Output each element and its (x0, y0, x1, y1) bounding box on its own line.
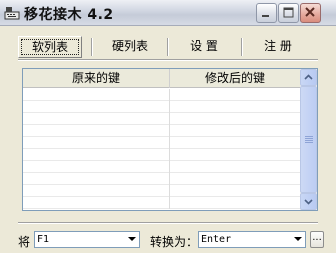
title-bar[interactable]: 移花接木 4.2 (0, 0, 336, 26)
chevron-down-icon (128, 237, 136, 241)
window-title: 移花接木 4.2 (24, 7, 114, 23)
app-window: 移花接木 4.2 软列表 硬列表 设 置 注 册 原来的键 修改后的键 将 F1… (0, 0, 336, 253)
table-row (23, 101, 300, 113)
close-icon (305, 7, 315, 17)
toolbar-divider (18, 59, 318, 61)
maximize-button[interactable] (278, 3, 299, 23)
list-header: 原来的键 修改后的键 (23, 69, 300, 88)
to-key-value: Enter (201, 234, 232, 245)
from-key-value: F1 (37, 234, 50, 245)
tab-register[interactable]: 注 册 (246, 36, 310, 58)
table-row (23, 149, 300, 161)
tab-settings[interactable]: 设 置 (172, 36, 236, 58)
chevron-down-icon (294, 237, 302, 241)
tab-hard-list[interactable]: 硬列表 (98, 36, 162, 58)
to-key-dropdown-button[interactable] (291, 232, 305, 247)
key-mapping-list[interactable]: 原来的键 修改后的键 (22, 68, 318, 211)
minimize-icon (262, 15, 269, 17)
from-key-label: 将 (18, 235, 31, 249)
tab-separator (241, 38, 243, 56)
scroll-up-button[interactable] (300, 69, 317, 86)
to-key-select[interactable]: Enter (198, 231, 306, 248)
table-row (23, 113, 300, 125)
from-key-select[interactable]: F1 (34, 231, 140, 248)
close-button[interactable] (300, 3, 321, 23)
chevron-up-icon (304, 74, 313, 80)
vertical-scrollbar[interactable] (300, 69, 317, 210)
table-row (23, 185, 300, 197)
maximize-icon (283, 7, 294, 18)
footer-divider (18, 222, 318, 224)
scroll-down-button[interactable] (300, 193, 317, 210)
from-key-dropdown-button[interactable] (125, 232, 139, 247)
convert-to-label: 转换为： (150, 235, 199, 249)
table-row (23, 125, 300, 137)
tab-separator (91, 38, 93, 56)
column-header-original-key[interactable]: 原来的键 (23, 69, 170, 88)
table-row (23, 161, 300, 173)
list-rows (23, 89, 300, 209)
tab-soft-list[interactable]: 软列表 (18, 36, 82, 58)
keyboard-icon (4, 5, 20, 21)
scrollbar-thumb[interactable] (300, 86, 317, 193)
column-header-modified-key[interactable]: 修改后的键 (170, 69, 300, 88)
table-row (23, 89, 300, 101)
table-row (23, 173, 300, 185)
minimize-button[interactable] (256, 3, 277, 23)
more-options-button[interactable]: ... (310, 231, 324, 248)
chevron-down-icon (304, 199, 313, 205)
table-row (23, 137, 300, 149)
tab-separator (167, 38, 169, 56)
table-row (23, 197, 300, 209)
